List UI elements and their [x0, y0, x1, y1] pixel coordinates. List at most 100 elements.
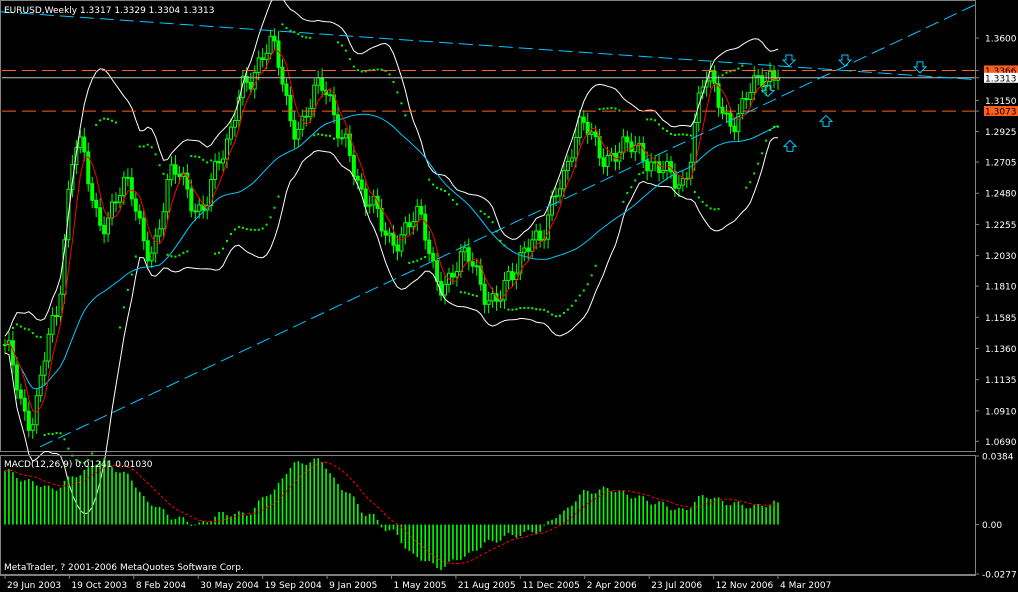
candle-body: [14, 364, 19, 391]
candle-body: [387, 232, 392, 236]
candle-body: [756, 75, 761, 78]
sar-dot: [249, 228, 252, 231]
time-tick-label: 4 Mar 2007: [780, 581, 831, 591]
sar-dot: [344, 49, 347, 52]
candle-body: [129, 177, 134, 200]
candle-body: [661, 170, 666, 173]
candle-body: [593, 131, 598, 138]
candle-body: [391, 232, 396, 246]
price-tick-label: 1.2705: [985, 159, 1017, 169]
price-level-label: 1.3073: [985, 108, 1017, 118]
sar-dot: [91, 452, 94, 455]
candle-body: [744, 98, 749, 101]
price-tick-label: 1.2255: [985, 221, 1017, 231]
sar-dot: [277, 195, 280, 198]
sar-dot: [47, 432, 50, 435]
candle-body: [161, 211, 166, 230]
sar-dot: [19, 325, 22, 328]
sar-dot: [317, 133, 320, 136]
candle-body: [82, 136, 87, 153]
price-tick-label: 1.3150: [985, 97, 1017, 107]
sar-dot: [531, 307, 534, 310]
candle-body: [22, 397, 27, 412]
sar-dot: [662, 127, 665, 130]
sar-dot: [761, 152, 764, 155]
sar-dot: [527, 306, 530, 309]
candle-body: [320, 77, 325, 91]
price-tick-label: 1.1585: [985, 314, 1017, 324]
sar-dot: [451, 198, 454, 201]
candle-body: [474, 265, 479, 268]
sar-dot: [142, 145, 145, 148]
candle-body: [292, 120, 297, 140]
sar-dot: [130, 273, 133, 276]
sar-dot: [535, 308, 538, 311]
candle-body: [589, 131, 594, 135]
candle-body: [221, 158, 226, 164]
sar-dot: [713, 208, 716, 211]
sar-dot: [194, 155, 197, 158]
sar-dot: [773, 125, 776, 128]
candle-body: [276, 40, 281, 68]
sar-dot: [646, 118, 649, 121]
time-tick-label: 12 Nov 2006: [716, 581, 774, 591]
candle-body: [569, 157, 574, 162]
sar-dot: [178, 254, 181, 257]
sar-dot: [610, 107, 613, 110]
time-tick-label: 1 May 2005: [394, 581, 447, 591]
sar-dot: [158, 164, 161, 167]
sar-dot: [539, 308, 542, 311]
sar-dot: [305, 36, 308, 39]
sar-dot: [356, 69, 359, 72]
sar-dot: [491, 221, 494, 224]
candle-body: [526, 247, 531, 252]
time-tick-label: 29 Jun 2003: [7, 581, 61, 591]
sar-dot: [39, 336, 42, 339]
sar-dot: [590, 274, 593, 277]
candle-body: [403, 222, 408, 236]
candle-body: [399, 234, 404, 252]
sar-dot: [214, 252, 217, 255]
candle-body: [121, 176, 126, 197]
candle-body: [557, 188, 562, 197]
sar-dot: [459, 291, 462, 294]
candle-body: [145, 240, 150, 262]
sar-dot: [654, 119, 657, 122]
candle-body: [470, 261, 475, 267]
chart-window[interactable]: EURUSD,Weekly 1.3317 1.3329 1.3304 1.331…: [0, 0, 1018, 592]
candle-body: [90, 183, 95, 201]
sar-dot: [507, 308, 510, 311]
price-tick-label: 1.2925: [985, 128, 1017, 138]
time-tick-label: 11 Dec 2005: [522, 581, 580, 591]
candle-body: [720, 106, 725, 114]
candle-body: [407, 222, 412, 228]
sar-dot: [717, 207, 720, 210]
sar-dot: [432, 183, 435, 186]
candle-body: [649, 161, 654, 172]
candle-body: [248, 81, 253, 90]
candle-body: [296, 128, 301, 140]
sar-dot: [281, 23, 284, 26]
sar-dot: [114, 121, 117, 124]
sar-dot: [745, 186, 748, 189]
sar-dot: [769, 129, 772, 132]
sar-dot: [107, 118, 110, 121]
sar-dot: [487, 216, 490, 219]
candle-body: [351, 154, 356, 177]
sar-dot: [416, 259, 419, 262]
sar-dot: [566, 308, 569, 311]
candle-body: [359, 179, 364, 190]
sar-dot: [606, 107, 609, 110]
sar-dot: [67, 447, 70, 450]
sar-dot: [186, 250, 189, 253]
sar-dot: [598, 108, 601, 111]
sar-dot: [638, 173, 641, 176]
sar-dot: [27, 328, 30, 331]
sar-dot: [447, 193, 450, 196]
price-tick-label: 1.1135: [985, 376, 1017, 386]
sar-dot: [261, 227, 264, 230]
sar-dot: [642, 171, 645, 174]
candle-body: [165, 179, 170, 213]
candle-body: [3, 343, 7, 346]
candle-body: [435, 260, 440, 282]
